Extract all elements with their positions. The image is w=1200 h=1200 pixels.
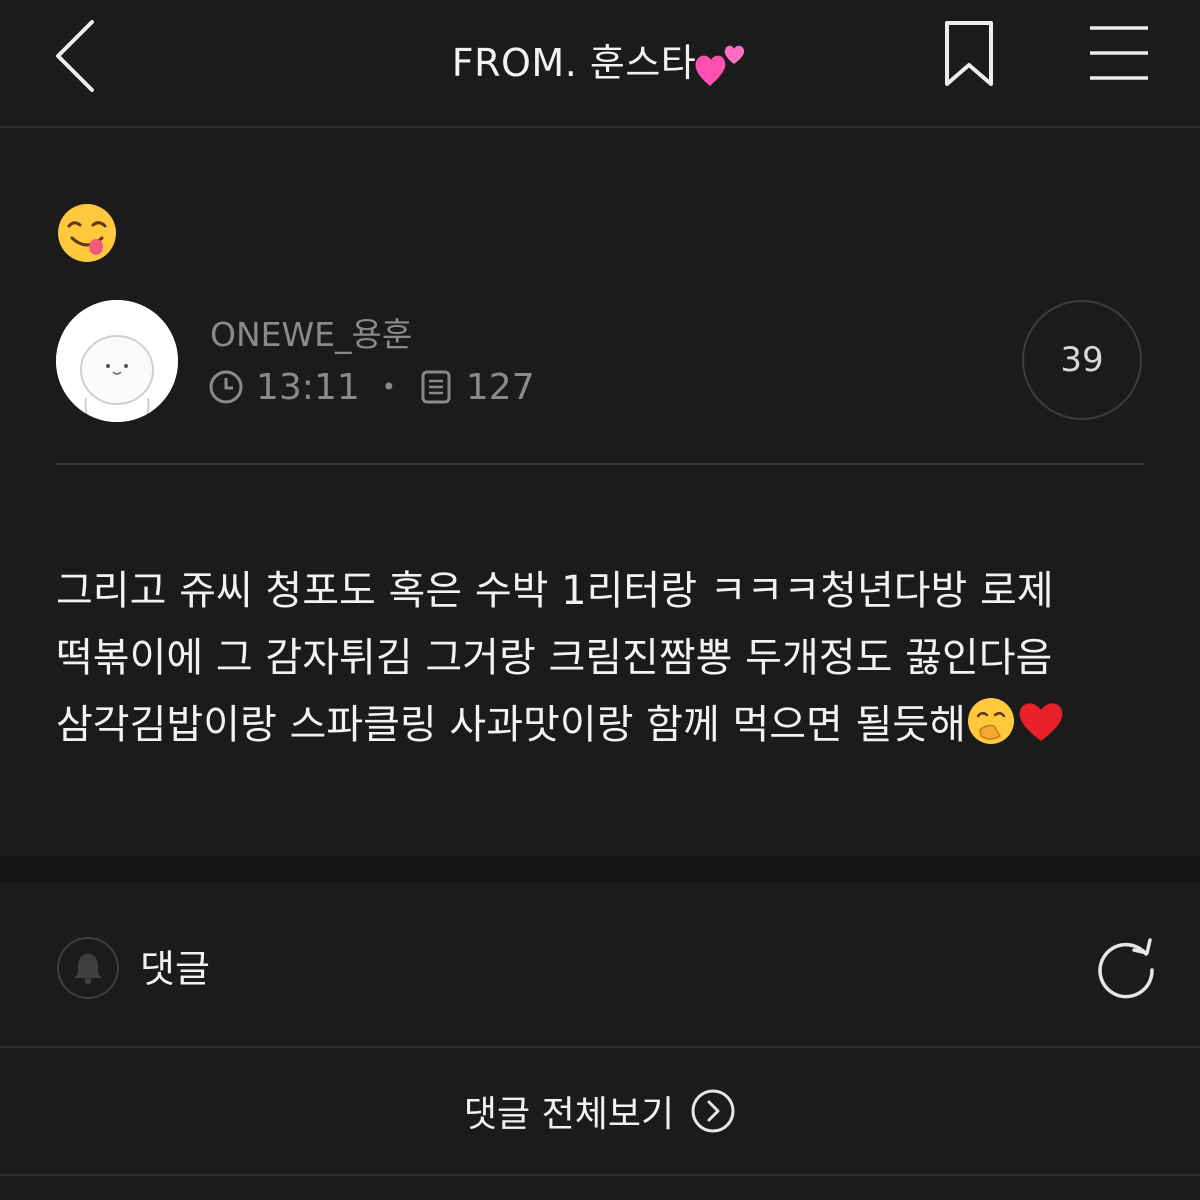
hand-over-mouth-face-icon: [967, 698, 1014, 744]
divider: [56, 463, 1144, 465]
comment-alert-button[interactable]: [57, 937, 119, 999]
menu-button[interactable]: [1086, 22, 1152, 84]
view-all-comments-button[interactable]: 댓글 전체보기: [0, 1046, 1200, 1176]
author-name[interactable]: ONEWE_용훈: [210, 308, 412, 356]
refresh-button[interactable]: [1094, 934, 1160, 1000]
section-separator: [0, 856, 1200, 882]
bookmark-icon: [945, 21, 993, 86]
post-body-line-2: 떡볶이에 그 감자튀김 그거랑 크림진짬뽕 두개정도 끓인다음: [56, 635, 1053, 681]
post-meta: 13:11 • 127: [208, 364, 535, 410]
clock-icon: [209, 370, 243, 404]
bookmark-button[interactable]: [938, 18, 1000, 90]
page-title: FROM. 훈스타: [0, 32, 1200, 90]
document-icon: [421, 370, 451, 404]
post-time: 13:11: [256, 366, 360, 408]
post-body-line-3: 삼각김밥이랑 스파클링 사과맛이랑 함께 먹으면 될듯해: [56, 702, 966, 748]
avatar[interactable]: [56, 300, 178, 422]
hamburger-menu-icon: [1090, 26, 1148, 80]
post-body-line-1: 그리고 쥬씨 청포도 혹은 수박 1리터랑 ㅋㅋㅋ청년다방 로제: [56, 568, 1054, 614]
comments-label: 댓글: [140, 947, 210, 991]
bell-icon: [74, 954, 102, 985]
meta-separator: •: [381, 373, 396, 401]
top-bar: FROM. 훈스타: [0, 0, 1200, 128]
refresh-icon: [1098, 938, 1154, 999]
bottom-strip: [0, 1176, 1200, 1200]
savoring-food-face-icon: [58, 204, 116, 262]
view-all-comments-label: 댓글 전체보기: [463, 1094, 675, 1135]
two-hearts-icon: [695, 45, 745, 86]
page-title-text: FROM. 훈스타: [451, 41, 697, 85]
post-body: 그리고 쥬씨 청포도 혹은 수박 1리터랑 ㅋㅋㅋ청년다방 로제 떡볶이에 그 …: [56, 558, 1156, 759]
like-count-badge[interactable]: 39: [1022, 300, 1142, 420]
red-heart-icon: [1019, 703, 1063, 741]
chevron-right-circle-icon: [691, 1089, 735, 1133]
avatar-image: [56, 300, 178, 422]
like-count: 39: [1060, 340, 1104, 380]
comments-header: 댓글: [0, 882, 1200, 1046]
post-count: 127: [465, 366, 535, 408]
